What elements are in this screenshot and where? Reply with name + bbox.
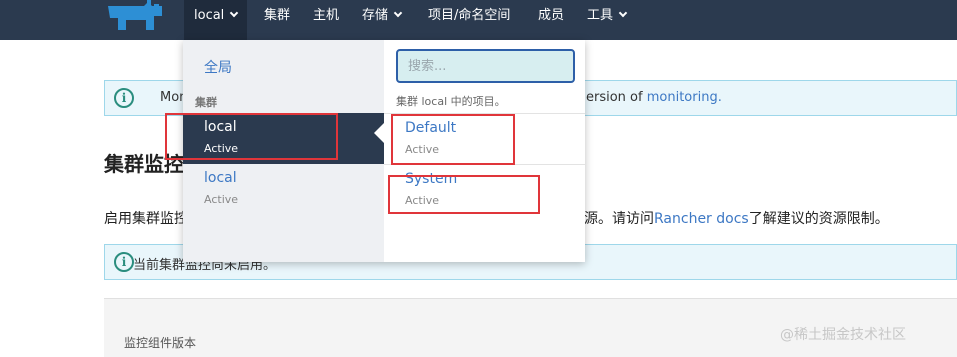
projects-label: 集群 local 中的项目。 <box>396 95 506 108</box>
nav-hosts-label: 主机 <box>313 8 340 23</box>
rancher-logo-icon[interactable] <box>104 0 166 34</box>
nav-members-label: 成员 <box>538 8 565 23</box>
chevron-down-icon <box>618 8 628 18</box>
nav-hosts[interactable]: 主机 <box>313 0 339 40</box>
nav-cluster[interactable]: 集群 <box>264 0 290 40</box>
nav-projects-namespaces[interactable]: 项目/命名空间 <box>428 0 510 40</box>
cluster-selector-label: local <box>194 8 225 23</box>
chevron-down-icon <box>230 8 239 18</box>
description-prefix: 源。请访问 <box>584 211 654 227</box>
top-nav: local 集群 主机 存储 项目/命名空间 成员 工具 <box>0 0 957 40</box>
nav-cluster-label: 集群 <box>264 8 291 23</box>
nav-members[interactable]: 成员 <box>538 0 564 40</box>
monitoring-link[interactable]: monitoring. <box>647 90 722 105</box>
cluster-state: Active <box>204 193 239 206</box>
description-suffix: 了解建议的资源限制。 <box>748 211 889 227</box>
nav-tools[interactable]: 工具 <box>587 0 628 40</box>
highlight-box-cluster <box>165 113 338 160</box>
description-left: 启用集群监控 <box>104 211 188 227</box>
banner-text-right: ersion of monitoring. <box>586 90 722 105</box>
nav-projects-label: 项目/命名空间 <box>428 8 511 23</box>
cluster-item-local[interactable]: local Active <box>183 164 384 215</box>
banner-text-right-label: ersion of <box>586 90 643 105</box>
nav-tools-label: 工具 <box>587 8 614 23</box>
cluster-selector[interactable]: local <box>184 0 248 40</box>
component-version-label: 监控组件版本 <box>124 336 197 350</box>
info-icon: i <box>114 252 134 272</box>
highlight-box-default <box>391 114 515 165</box>
selection-pointer <box>374 123 384 143</box>
cluster-section-label: 集群 <box>195 96 217 109</box>
project-search-input[interactable] <box>396 49 575 83</box>
rancher-docs-link[interactable]: Rancher docs <box>654 211 749 227</box>
description-right: 源。请访问Rancher docs了解建议的资源限制。 <box>584 208 889 228</box>
highlight-box-system <box>388 175 540 214</box>
chevron-down-icon <box>393 8 403 18</box>
nav-storage-label: 存储 <box>362 8 389 23</box>
global-item[interactable]: 全局 <box>204 57 232 77</box>
cluster-name: local <box>204 170 237 186</box>
watermark: @稀土掘金技术社区 <box>780 327 906 343</box>
nav-storage[interactable]: 存储 <box>362 0 403 40</box>
info-icon: i <box>114 88 134 108</box>
